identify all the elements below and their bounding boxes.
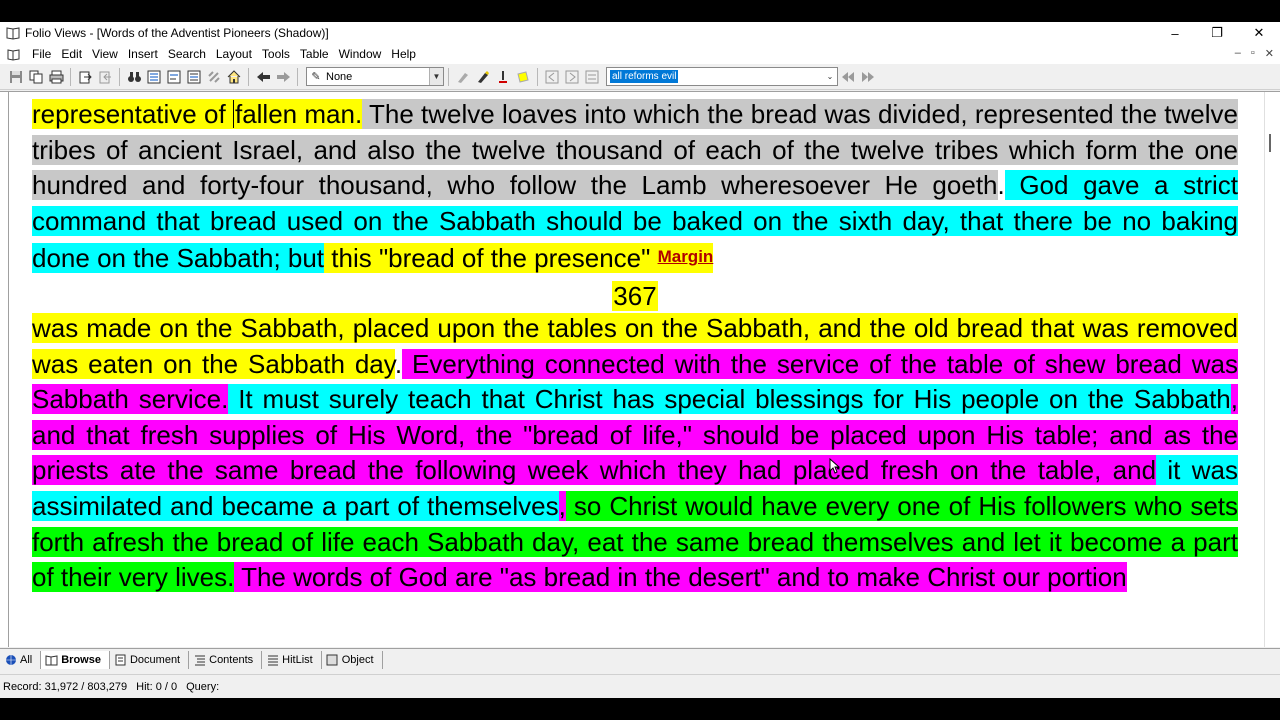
toolbar-separator: [297, 67, 298, 86]
import-icon[interactable]: [95, 67, 115, 87]
menu-help[interactable]: Help: [386, 44, 421, 64]
mouse-cursor-icon: [829, 458, 841, 474]
highlighter-icon[interactable]: [453, 67, 473, 87]
toolbar-separator: [448, 67, 449, 86]
document-icon: [114, 653, 127, 666]
hit-list-icon[interactable]: [184, 67, 204, 87]
tab-all[interactable]: All: [0, 650, 42, 669]
toolbar: ✎ None ▼ all reforms evil ⌄: [0, 64, 1280, 90]
toolbar-separator: [248, 67, 249, 86]
menu-insert[interactable]: Insert: [123, 44, 163, 64]
rewind-icon[interactable]: [838, 67, 858, 87]
close-button[interactable]: ✕: [1238, 22, 1280, 44]
chevron-down-icon[interactable]: ▼: [429, 68, 443, 85]
tab-object[interactable]: Object: [322, 650, 383, 669]
query-label: Query:: [186, 680, 220, 693]
hit-list-toggle-icon[interactable]: [582, 67, 602, 87]
toolbar-separator: [70, 67, 71, 86]
margin-link[interactable]: Margin: [658, 247, 714, 266]
document-text[interactable]: representative of fallen man. The twelve…: [32, 97, 1239, 596]
link-icon[interactable]: [204, 67, 224, 87]
page-number: 367: [612, 280, 658, 311]
highlight-magenta[interactable]: ,: [558, 490, 566, 521]
home-icon[interactable]: [224, 67, 244, 87]
folio-app-icon: [5, 25, 21, 41]
tab-contents[interactable]: Contents: [189, 650, 263, 669]
child-restore-button[interactable]: ▫: [1251, 47, 1255, 60]
minimize-button[interactable]: –: [1154, 22, 1196, 44]
text-caret: [232, 100, 234, 128]
highlight-yellow[interactable]: this "bread of the presence" Margin: [324, 243, 714, 274]
status-bar: Record: 31,972 / 803,279 Hit: 0 / 0 Quer…: [0, 674, 1280, 698]
object-icon: [326, 653, 339, 666]
tab-browse[interactable]: Browse: [41, 650, 110, 669]
menu-table[interactable]: Table: [295, 44, 334, 64]
document-pane[interactable]: representative of fallen man. The twelve…: [0, 91, 1280, 647]
menu-view[interactable]: View: [87, 44, 123, 64]
fast-forward-icon[interactable]: [858, 67, 878, 87]
book-icon: [45, 653, 58, 666]
highlight-cyan[interactable]: It must surely teach that Christ has spe…: [228, 384, 1231, 415]
document-view[interactable]: representative of fallen man. The twelve…: [8, 92, 1262, 647]
toolbar-separator: [119, 67, 120, 86]
forward-arrow-icon[interactable]: [273, 67, 293, 87]
save-icon[interactable]: [6, 67, 26, 87]
plain-text[interactable]: .: [998, 170, 1005, 200]
view-tabs: All Browse Document Contents HitList Obj…: [0, 648, 1280, 670]
hit-count: Hit: 0 / 0: [136, 680, 178, 693]
query-value: all reforms evil: [610, 70, 679, 83]
menu-edit[interactable]: Edit: [56, 44, 87, 64]
record-count: Record: 31,972 / 803,279: [3, 680, 128, 693]
child-minimize-button[interactable]: –: [1235, 47, 1241, 60]
pencil-icon[interactable]: [493, 67, 513, 87]
first-hit-icon[interactable]: [542, 67, 562, 87]
copy-icon[interactable]: [26, 67, 46, 87]
paragraph[interactable]: was made on the Sabbath, placed upon the…: [32, 311, 1239, 596]
tab-hitlist[interactable]: HitList: [262, 650, 322, 669]
paragraph[interactable]: representative of fallen man. The twelve…: [32, 97, 1239, 277]
child-close-button[interactable]: ✕: [1265, 47, 1274, 60]
pen-icon: ✎: [311, 71, 321, 83]
globe-icon: [4, 653, 17, 666]
marker-icon[interactable]: [473, 67, 493, 87]
print-icon[interactable]: [46, 67, 66, 87]
binoculars-icon[interactable]: [124, 67, 144, 87]
scrollbar-thumb[interactable]: [1269, 134, 1271, 152]
export-icon[interactable]: [75, 67, 95, 87]
list-icon: [266, 653, 279, 666]
contents-icon: [193, 653, 206, 666]
title-bar: Folio Views - [Words of the Adventist Pi…: [0, 22, 1280, 44]
query-icon[interactable]: [164, 67, 184, 87]
style-dropdown[interactable]: ✎ None ▼: [306, 67, 444, 86]
highlight-yellow[interactable]: representative of fallen man.: [32, 99, 363, 129]
document-search-icon[interactable]: [144, 67, 164, 87]
tab-document[interactable]: Document: [110, 650, 190, 669]
plain-text[interactable]: .: [395, 349, 402, 379]
restore-button[interactable]: ❐: [1196, 22, 1238, 44]
menu-file[interactable]: File: [27, 44, 56, 64]
note-icon[interactable]: [513, 67, 533, 87]
menu-search[interactable]: Search: [163, 44, 211, 64]
vertical-scrollbar[interactable]: [1264, 92, 1280, 647]
style-value: None: [326, 70, 353, 83]
window-title: Folio Views - [Words of the Adventist Pi…: [25, 26, 329, 40]
query-input[interactable]: all reforms evil ⌄: [606, 67, 838, 86]
back-arrow-icon[interactable]: [253, 67, 273, 87]
highlight-magenta[interactable]: The words of God are "as bread in the de…: [234, 562, 1127, 593]
menu-bar: File Edit View Insert Search Layout Tool…: [0, 44, 1280, 64]
chevron-down-icon[interactable]: ⌄: [823, 68, 837, 85]
document-icon[interactable]: [7, 47, 21, 61]
toolbar-separator: [537, 67, 538, 86]
next-hit-icon[interactable]: [562, 67, 582, 87]
menu-window[interactable]: Window: [334, 44, 387, 64]
menu-tools[interactable]: Tools: [257, 44, 295, 64]
menu-layout[interactable]: Layout: [211, 44, 257, 64]
highlight-green[interactable]: very lives.: [111, 562, 235, 593]
folio-views-window: Folio Views - [Words of the Adventist Pi…: [0, 22, 1280, 698]
